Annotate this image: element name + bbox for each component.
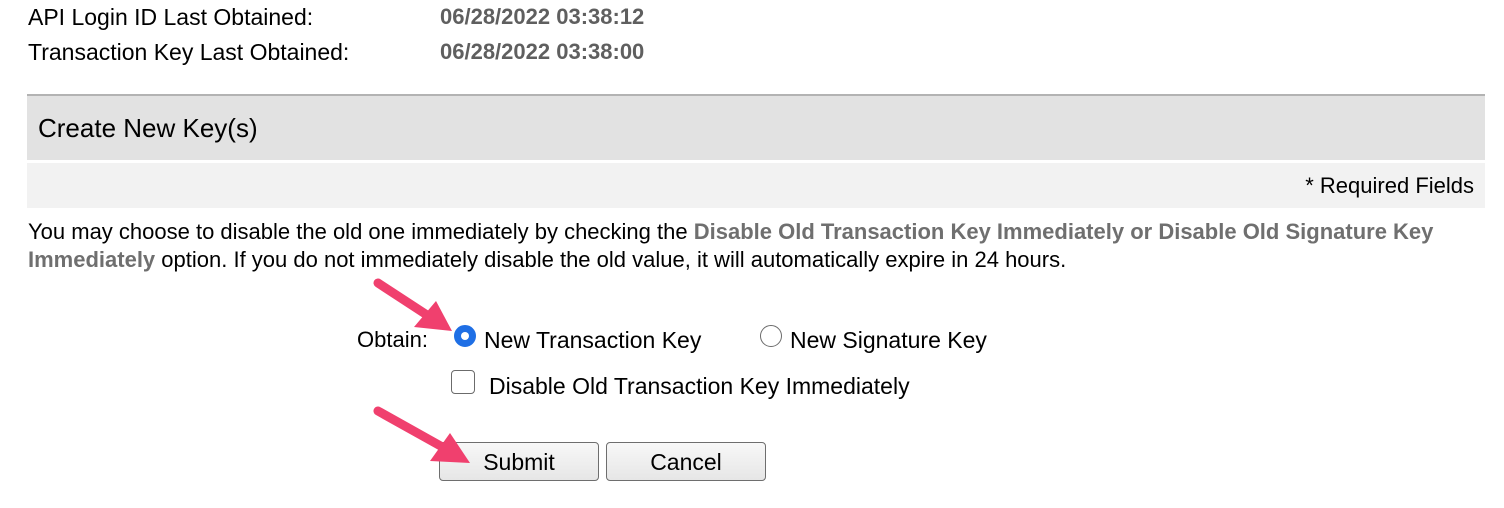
section-title: Create New Key(s): [38, 113, 258, 143]
key-management-page: API Login ID Last Obtained: 06/28/2022 0…: [0, 0, 1504, 508]
new-signature-key-radio[interactable]: [760, 325, 782, 347]
description-text: You may choose to disable the old one im…: [28, 218, 1448, 274]
section-header: Create New Key(s): [27, 94, 1485, 160]
required-fields-bar: * Required Fields: [27, 163, 1485, 208]
new-transaction-key-radio[interactable]: [454, 325, 476, 347]
cancel-button[interactable]: Cancel: [606, 442, 766, 481]
disable-old-key-label[interactable]: Disable Old Transaction Key Immediately: [489, 372, 910, 400]
new-signature-key-label[interactable]: New Signature Key: [790, 326, 987, 354]
obtain-label: Obtain:: [357, 327, 428, 352]
description-part2: option. If you do not immediately disabl…: [155, 247, 1067, 272]
transaction-key-label: Transaction Key Last Obtained:: [28, 39, 350, 65]
api-login-value: 06/28/2022 03:38:12: [440, 4, 645, 29]
required-fields-note: * Required Fields: [1305, 173, 1474, 198]
api-login-label: API Login ID Last Obtained:: [28, 4, 314, 30]
new-transaction-key-label[interactable]: New Transaction Key: [484, 326, 701, 354]
transaction-key-value: 06/28/2022 03:38:00: [440, 39, 645, 64]
disable-old-key-checkbox[interactable]: [451, 370, 475, 394]
description-part1: You may choose to disable the old one im…: [28, 219, 694, 244]
submit-button[interactable]: Submit: [439, 442, 599, 481]
